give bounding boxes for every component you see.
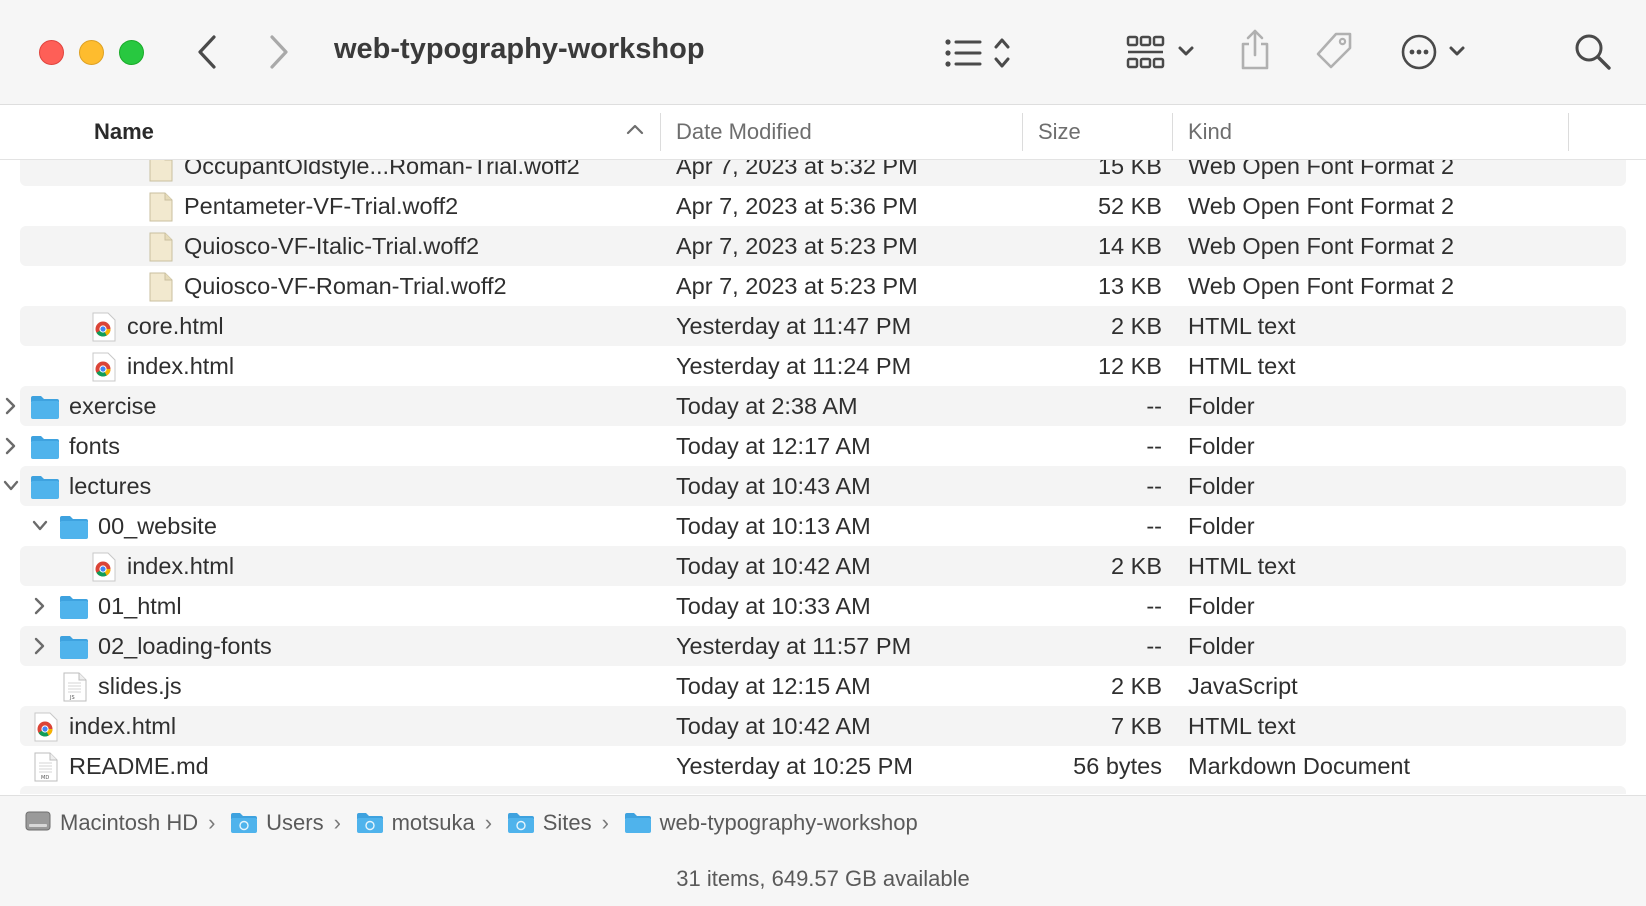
empty-row [20, 786, 1626, 794]
column-size-header[interactable]: Size [1038, 119, 1081, 145]
home-folder-icon [356, 813, 383, 833]
file-size: 2 KB [1111, 313, 1162, 339]
search-icon[interactable] [1574, 33, 1612, 71]
path-separator: › [333, 810, 341, 835]
file-kind: HTML text [1188, 353, 1296, 379]
window-title: web-typography-workshop [334, 33, 705, 65]
file-kind: Web Open Font Format 2 [1188, 160, 1455, 179]
column-header: Name Date Modified Size Kind [0, 105, 1646, 160]
file-kind: Folder [1188, 633, 1255, 659]
folder-row[interactable]: exercise Today at 2:38 AM -- Folder [5, 386, 1626, 426]
chevron-right-icon[interactable] [268, 34, 290, 70]
column-divider[interactable] [660, 113, 661, 151]
file-kind: Folder [1188, 393, 1255, 419]
folder-row[interactable]: lectures Today at 10:43 AM -- Folder [3, 466, 1626, 506]
file-kind: Folder [1188, 593, 1255, 619]
file-kind: HTML text [1188, 713, 1296, 739]
file-size: 56 bytes [1073, 753, 1162, 779]
file-size: 13 KB [1097, 273, 1162, 299]
file-size: -- [1146, 593, 1162, 619]
path-item[interactable]: Sites [543, 810, 592, 836]
column-divider[interactable] [1022, 113, 1023, 151]
file-kind: HTML text [1188, 313, 1296, 339]
folder-row[interactable]: 01_html Today at 10:33 AM -- Folder [20, 586, 1626, 626]
disclosure-collapsed-icon[interactable] [2, 436, 20, 456]
path-separator: › [601, 810, 609, 835]
tag-icon[interactable] [1314, 31, 1354, 71]
path-item[interactable]: Macintosh HD [60, 810, 198, 836]
file-size: -- [1146, 433, 1162, 459]
file-row[interactable]: Pentameter-VF-Trial.woff2 Apr 7, 2023 at … [20, 186, 1626, 226]
file-size: 52 KB [1097, 193, 1162, 219]
file-row[interactable]: Quiosco-VF-Italic-Trial.woff2 Apr 7, 2023… [20, 226, 1626, 266]
column-kind-header[interactable]: Kind [1188, 119, 1232, 145]
path-bar: Macintosh HD › Users › motsuka › Sites › web-typ… [0, 795, 1646, 853]
folder-icon [624, 813, 651, 833]
file-size: 7 KB [1111, 713, 1162, 739]
file-size: 15 KB [1097, 160, 1162, 179]
folder-row[interactable]: 00_website Today at 10:13 AM -- Folder [20, 506, 1626, 546]
file-size: 12 KB [1097, 353, 1162, 379]
list-view-icon[interactable] [944, 36, 1014, 70]
disclosure-expanded-icon[interactable] [2, 476, 20, 496]
sites-folder-icon [507, 813, 534, 833]
file-size: 14 KB [1097, 233, 1162, 259]
path-separator: › [208, 810, 216, 835]
status-bar: 31 items, 649.57 GB available [0, 852, 1646, 906]
file-row[interactable]: index.html Yesterday at 11:24 PM 12 KB HTML… [20, 346, 1626, 386]
zoom-window-button[interactable] [119, 40, 144, 65]
close-window-button[interactable] [39, 40, 64, 65]
sort-ascending-icon[interactable] [626, 123, 644, 135]
file-row[interactable]: index.html Today at 10:42 AM 7 KB HTML text [20, 706, 1626, 746]
file-kind: HTML text [1188, 553, 1296, 579]
column-divider[interactable] [1172, 113, 1173, 151]
users-folder-icon [231, 813, 258, 833]
column-name-header[interactable]: Name [94, 119, 154, 145]
file-size: 2 KB [1111, 553, 1162, 579]
file-row[interactable]: OccupantOldstyle...Roman-Trial.woff2 Apr … [20, 160, 1626, 186]
grid-icon[interactable] [1126, 33, 1196, 71]
file-size: -- [1146, 393, 1162, 419]
disclosure-collapsed-icon[interactable] [2, 396, 20, 416]
file-row[interactable]: Quiosco-VF-Roman-Trial.woff2 Apr 7, 2023 … [20, 266, 1626, 306]
file-row[interactable]: core.html Yesterday at 11:47 PM 2 KB HTML t… [20, 306, 1626, 346]
file-kind: JavaScript [1188, 673, 1298, 699]
path-separator: › [484, 810, 493, 835]
file-size: -- [1146, 473, 1162, 499]
share-icon[interactable] [1238, 28, 1272, 72]
file-kind: Folder [1188, 513, 1255, 539]
path-item[interactable]: web-typography-workshop [660, 810, 918, 836]
file-size: -- [1146, 633, 1162, 659]
path-item[interactable]: Users [266, 810, 323, 836]
ellipsis-circle-icon[interactable] [1400, 33, 1470, 71]
column-date-header[interactable]: Date Modified [676, 119, 812, 145]
status-text: 31 items, 649.57 GB available [676, 866, 970, 891]
file-row[interactable]: JS slides.js Today at 12:15 AM 2 KB JavaScri… [20, 666, 1626, 706]
file-kind: Web Open Font Format 2 [1188, 273, 1455, 299]
column-divider[interactable] [1568, 113, 1569, 151]
file-list: OccupantOldstyle...Roman-Trial.woff2 Apr … [0, 160, 1646, 794]
chevron-left-icon[interactable] [196, 34, 218, 70]
folder-row[interactable]: 02_loading-fonts Yesterday at 11:57 PM -- F… [20, 626, 1626, 666]
file-kind: Web Open Font Format 2 [1188, 193, 1455, 219]
toolbar: web-typography-workshop [0, 0, 1646, 105]
file-kind: Web Open Font Format 2 [1188, 233, 1455, 259]
file-size: -- [1146, 513, 1162, 539]
file-kind: Markdown Document [1188, 753, 1411, 779]
hard-drive-icon [25, 811, 51, 831]
file-kind: Folder [1188, 473, 1255, 499]
file-kind: Folder [1188, 433, 1255, 459]
file-row[interactable]: MD README.md Yesterday at 10:25 PM 56 bytes… [20, 746, 1626, 786]
minimize-window-button[interactable] [79, 40, 104, 65]
file-row[interactable]: index.html Today at 10:42 AM 2 KB HTML text [20, 546, 1626, 586]
folder-row[interactable]: fonts Today at 12:17 AM -- Folder [5, 426, 1626, 466]
path-item[interactable]: motsuka [392, 810, 475, 836]
finder-window: web-typography-workshop Name Date Modifi… [0, 0, 1646, 906]
file-size: 2 KB [1111, 673, 1162, 699]
